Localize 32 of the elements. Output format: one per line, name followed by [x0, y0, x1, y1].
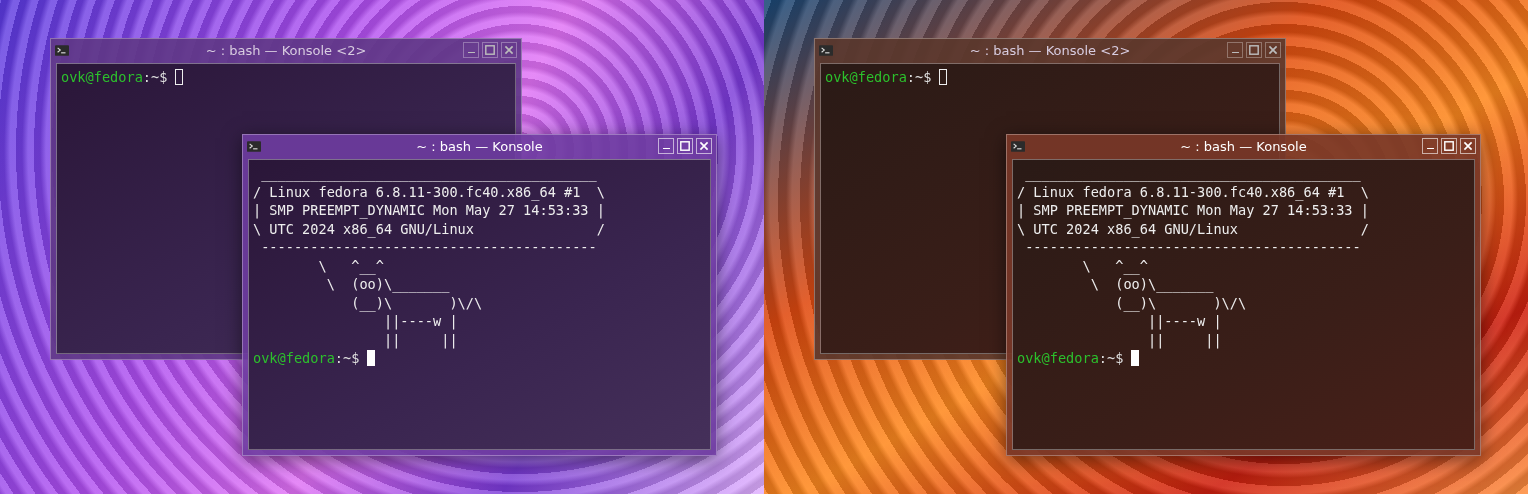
terminal-output-line: ----------------------------------------- — [1024, 238, 1362, 257]
terminal-output-line: \ (oo)\_______ — [325, 275, 451, 294]
prompt-path: :~$ — [1098, 349, 1124, 368]
terminal-output-line: ||----w | — [382, 312, 459, 331]
prompt-path: :~$ — [334, 349, 360, 368]
terminal-output-line: || || — [382, 330, 459, 349]
terminal-output-line: ----------------------------------------- — [260, 238, 598, 257]
terminal-output-line: / Linux fedora 6.8.11-300.fc40.x86_64 #1 \ — [1017, 182, 1370, 201]
terminal-output-line: ||----w | — [1146, 312, 1223, 331]
terminal-output-line: / Linux fedora 6.8.11-300.fc40.x86_64 #1 \ — [253, 182, 606, 201]
window-title: ~ : bash — Konsole — [415, 138, 544, 154]
terminal-output-line: _________________________________________ — [1024, 164, 1362, 183]
window-title: ~ : bash — Konsole <2> — [204, 42, 368, 58]
terminal-output-line: || || — [1146, 330, 1223, 349]
prompt-user-host: ovk@fedora — [61, 68, 143, 87]
window-title: ~ : bash — Konsole — [1179, 138, 1308, 154]
prompt-user-host: ovk@fedora — [1017, 349, 1099, 368]
prompt-path: :~$ — [142, 68, 168, 87]
prompt-user-host: ovk@fedora — [825, 68, 907, 87]
terminal-output-line: (__)\ )\/\ — [350, 293, 484, 312]
terminal-output-line: \ UTC 2024 x86_64 GNU/Linux / — [253, 219, 606, 238]
prompt-user-host: ovk@fedora — [253, 349, 335, 368]
terminal-output-line: | SMP PREEMPT_DYNAMIC Mon May 27 14:53:33 | — [253, 201, 606, 220]
terminal-output-line: | SMP PREEMPT_DYNAMIC Mon May 27 14:53:33 | — [1017, 201, 1370, 220]
prompt-path: :~$ — [906, 68, 932, 87]
terminal-output-line: \ UTC 2024 x86_64 GNU/Linux / — [1017, 219, 1370, 238]
window-title: ~ : bash — Konsole <2> — [968, 42, 1132, 58]
terminal-output-line: _________________________________________ — [260, 164, 598, 183]
terminal-output-line: \ (oo)\_______ — [1089, 275, 1215, 294]
terminal-output-line: \ ^__^ — [317, 256, 385, 275]
terminal-output-line: \ ^__^ — [1081, 256, 1149, 275]
terminal-output-line: (__)\ )\/\ — [1114, 293, 1248, 312]
